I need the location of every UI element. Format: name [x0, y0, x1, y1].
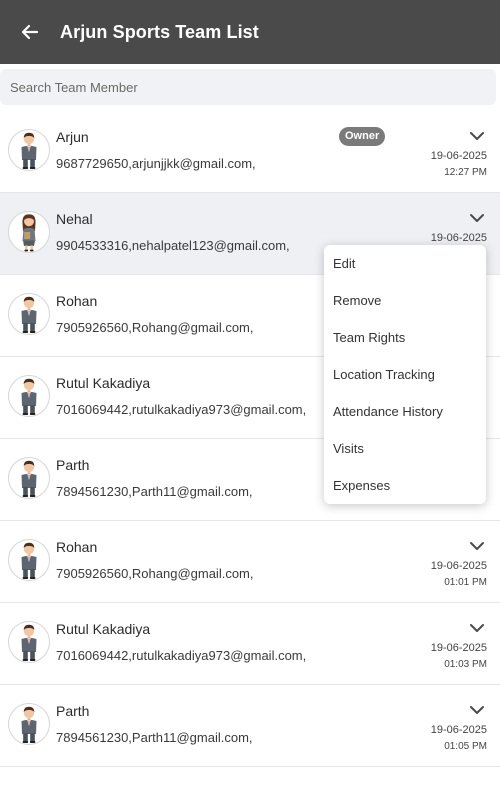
- chevron-down-icon[interactable]: [468, 703, 486, 717]
- member-time: 01:05 PM: [444, 741, 487, 752]
- member-contact: 9904533316,nehalpatel123@gmail.com,: [56, 238, 290, 253]
- member-contact: 7016069442,rutulkakadiya973@gmail.com,: [56, 648, 307, 663]
- male-avatar-icon: [8, 293, 50, 335]
- chevron-down-icon[interactable]: [468, 621, 486, 635]
- member-row[interactable]: Parth 7894561230,Parth11@gmail.com, 19-0…: [0, 685, 500, 767]
- menu-item-team-rights[interactable]: Team Rights: [324, 319, 486, 356]
- member-contact: 7905926560,Rohang@gmail.com,: [56, 320, 254, 335]
- member-row[interactable]: Rohan 7905926560,Rohang@gmail.com, 19-06…: [0, 521, 500, 603]
- male-avatar-icon: [8, 703, 50, 745]
- menu-item-edit[interactable]: Edit: [324, 245, 486, 282]
- female-avatar-icon: [8, 211, 50, 253]
- male-avatar-icon: [8, 457, 50, 499]
- male-avatar-icon: [8, 621, 50, 663]
- member-date: 19-06-2025: [430, 150, 487, 162]
- member-contact: 7894561230,Parth11@gmail.com,: [56, 484, 253, 499]
- member-date: 19-06-2025: [430, 642, 487, 654]
- chevron-down-icon[interactable]: [468, 129, 486, 143]
- page-title: Arjun Sports Team List: [60, 21, 259, 42]
- menu-item-visits[interactable]: Visits: [324, 430, 486, 467]
- member-contact: 7894561230,Parth11@gmail.com,: [56, 730, 253, 745]
- member-contact: 7905926560,Rohang@gmail.com,: [56, 566, 254, 581]
- member-contact: 7016069442,rutulkakadiya973@gmail.com,: [56, 402, 307, 417]
- male-avatar-icon: [8, 129, 50, 171]
- menu-item-location-tracking[interactable]: Location Tracking: [324, 356, 486, 393]
- member-name: Rohan: [56, 539, 98, 555]
- male-avatar-icon: [8, 375, 50, 417]
- member-date: 19-06-2025: [430, 724, 487, 736]
- back-button[interactable]: [18, 20, 42, 44]
- male-avatar-icon: [8, 539, 50, 581]
- member-name: Parth: [56, 703, 90, 719]
- member-row[interactable]: Rutul Kakadiya 7016069442,rutulkakadiya9…: [0, 603, 500, 685]
- member-date: 19-06-2025: [430, 560, 487, 572]
- member-name: Arjun: [56, 129, 89, 145]
- menu-item-expenses[interactable]: Expenses: [324, 467, 486, 504]
- member-name: Rutul Kakadiya: [56, 375, 151, 391]
- member-time: 12:27 PM: [444, 167, 487, 178]
- member-name: Rohan: [56, 293, 98, 309]
- member-name: Parth: [56, 457, 90, 473]
- arrow-left-icon: [21, 24, 39, 40]
- app-bar: Arjun Sports Team List: [0, 0, 500, 64]
- member-time: 01:03 PM: [444, 659, 487, 670]
- member-options-menu: Edit Remove Team Rights Location Trackin…: [324, 245, 486, 504]
- chevron-down-icon[interactable]: [468, 211, 486, 225]
- member-time: 01:01 PM: [444, 577, 487, 588]
- chevron-down-icon[interactable]: [468, 539, 486, 553]
- search-input[interactable]: [0, 69, 496, 105]
- member-name: Nehal: [56, 211, 93, 227]
- owner-badge: Owner: [339, 127, 386, 146]
- member-contact: 9687729650,arjunjjkk@gmail.com,: [56, 156, 256, 171]
- menu-item-attendance-history[interactable]: Attendance History: [324, 393, 486, 430]
- menu-item-remove[interactable]: Remove: [324, 282, 486, 319]
- member-date: 19-06-2025: [430, 232, 487, 244]
- member-row[interactable]: Arjun Owner 9687729650,arjunjjkk@gmail.c…: [0, 111, 500, 193]
- member-name: Rutul Kakadiya: [56, 621, 151, 637]
